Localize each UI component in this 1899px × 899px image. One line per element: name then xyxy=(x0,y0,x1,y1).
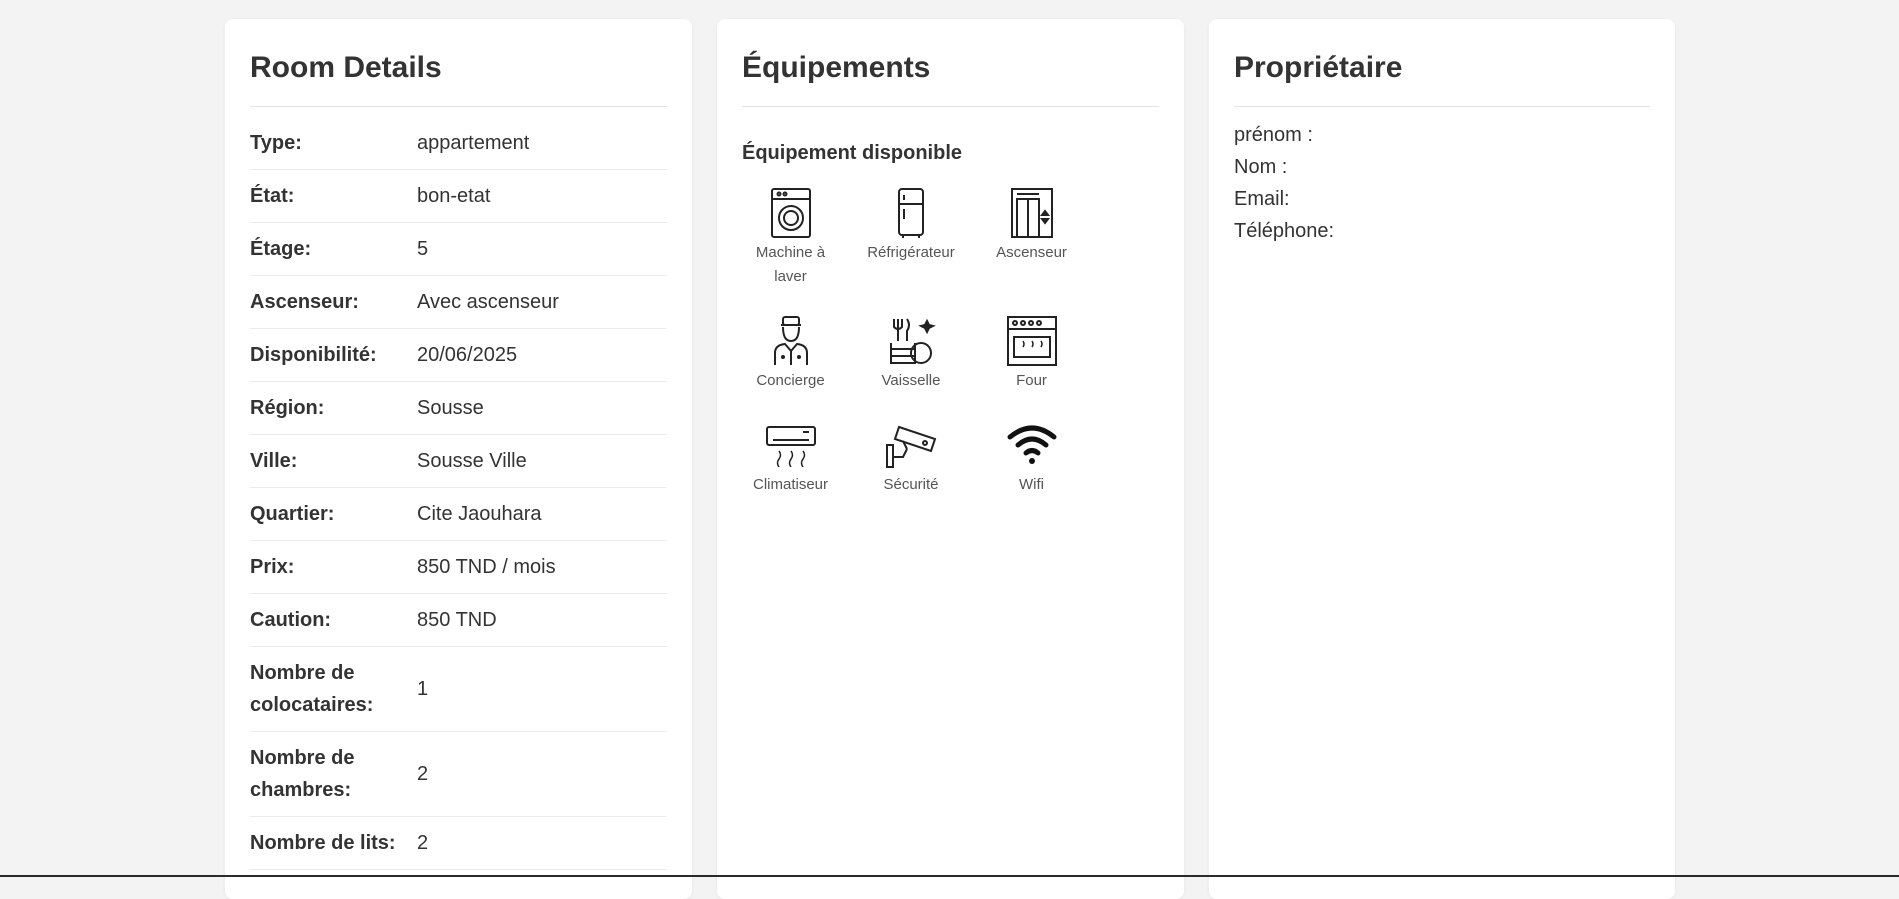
detail-label: Quartier: xyxy=(250,503,335,525)
equipment-label: Machine à laver xyxy=(755,244,826,285)
detail-value: 850 TND xyxy=(417,609,497,631)
detail-value: 5 xyxy=(417,238,429,260)
detail-value: 1 xyxy=(417,678,429,700)
equipment-label: Sécurité xyxy=(883,476,939,493)
detail-label: Région: xyxy=(250,397,325,419)
equipment-item: Machine à laver xyxy=(742,187,839,315)
detail-row-quartier: Quartier: Cite Jaouhara xyxy=(250,488,667,541)
detail-row-disponibilite: Disponibilité: 20/06/2025 xyxy=(250,329,667,382)
equipment-item: Réfrigérateur xyxy=(863,187,960,315)
detail-label: Ascenseur: xyxy=(250,291,359,313)
detail-row-etat: État: bon-etat xyxy=(250,170,667,223)
detail-label: Nombre de chambres: xyxy=(250,747,355,801)
detail-row-ascenseur: Ascenseur: Avec ascenseur xyxy=(250,276,667,329)
equipment-label: Wifi xyxy=(1019,476,1044,493)
equipment-item: Vaisselle xyxy=(863,315,960,419)
equipment-grid: Machine à laver Réfrigérateur Ascenseur … xyxy=(742,187,1159,529)
detail-row-etage: Étage: 5 xyxy=(250,223,667,276)
owner-first-name: prénom : xyxy=(1234,124,1313,146)
equipment-title: Équipements xyxy=(742,19,1159,107)
detail-value: 850 TND / mois xyxy=(417,556,556,578)
owner-email: Email: xyxy=(1234,188,1290,210)
owner-last-name: Nom : xyxy=(1234,156,1288,178)
equipment-item: Sécurité xyxy=(863,419,960,529)
equipment-item: Four xyxy=(983,315,1080,419)
dishes-icon xyxy=(885,315,937,367)
detail-label: Nombre de colocataires: xyxy=(250,662,374,716)
detail-value: Sousse xyxy=(417,397,484,419)
room-details-card: Room Details Type: appartement État: bon… xyxy=(225,19,692,899)
room-details-title: Room Details xyxy=(250,19,667,107)
detail-row-lits: Nombre de lits: 2 xyxy=(250,817,667,870)
equipment-label: Four xyxy=(1016,372,1047,389)
refrigerator-icon xyxy=(885,187,937,239)
security-camera-icon xyxy=(885,419,937,471)
owner-info: prénom : Nom : Email: Téléphone: xyxy=(1234,107,1650,247)
detail-label: Nombre de lits: xyxy=(250,832,396,854)
equipment-item: Concierge xyxy=(742,315,839,419)
oven-icon xyxy=(1006,315,1058,367)
washing-machine-icon xyxy=(765,187,817,239)
equipment-item: Wifi xyxy=(983,419,1080,529)
equipment-subtitle: Équipement disponible xyxy=(742,142,963,164)
detail-label: Type: xyxy=(250,132,302,154)
owner-title: Propriétaire xyxy=(1234,19,1650,107)
detail-row-ville: Ville: Sousse Ville xyxy=(250,435,667,488)
owner-phone: Téléphone: xyxy=(1234,220,1335,242)
detail-value: Avec ascenseur xyxy=(417,291,559,313)
equipment-label: Ascenseur xyxy=(996,244,1067,261)
detail-value: 20/06/2025 xyxy=(417,344,518,366)
detail-label: Prix: xyxy=(250,556,295,578)
owner-card: Propriétaire prénom : Nom : Email: Télép… xyxy=(1209,19,1675,899)
detail-row-caution: Caution: 850 TND xyxy=(250,594,667,647)
detail-row-chambres: Nombre de chambres: 2 xyxy=(250,732,667,817)
detail-value: bon-etat xyxy=(417,185,491,207)
detail-row-prix: Prix: 850 TND / mois xyxy=(250,541,667,594)
equipment-label: Réfrigérateur xyxy=(867,244,955,261)
detail-row-region: Région: Sousse xyxy=(250,382,667,435)
equipment-card: Équipements Équipement disponible Machin… xyxy=(717,19,1184,899)
detail-label: Caution: xyxy=(250,609,332,631)
equipment-item: Ascenseur xyxy=(983,187,1080,315)
elevator-icon xyxy=(1006,187,1058,239)
detail-label: Disponibilité: xyxy=(250,344,377,366)
detail-row-colocataires: Nombre de colocataires: 1 xyxy=(250,647,667,732)
detail-value: appartement xyxy=(417,132,530,154)
detail-row-type: Type: appartement xyxy=(250,117,667,170)
detail-value: 2 xyxy=(417,832,429,854)
detail-value: 2 xyxy=(417,763,429,785)
air-conditioner-icon xyxy=(765,419,817,471)
equipment-label: Concierge xyxy=(756,372,825,389)
equipment-label: Vaisselle xyxy=(881,372,941,389)
detail-label: Étage: xyxy=(250,238,312,260)
equipment-label: Climatiseur xyxy=(752,476,828,493)
equipment-item: Climatiseur xyxy=(742,419,839,529)
detail-label: Ville: xyxy=(250,450,298,472)
concierge-icon xyxy=(765,315,817,367)
detail-value: Sousse Ville xyxy=(417,450,527,472)
detail-value: Cite Jaouhara xyxy=(417,503,542,525)
wifi-icon xyxy=(1006,419,1058,471)
detail-label: État: xyxy=(250,185,295,207)
